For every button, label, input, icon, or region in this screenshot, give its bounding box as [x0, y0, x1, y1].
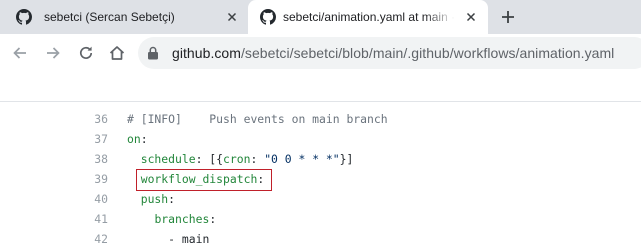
code-token: : [250, 152, 265, 166]
browser-toolbar: github.com/sebetci/sebetci/blob/main/.gi… [0, 34, 641, 72]
code-token: }] [339, 152, 354, 166]
line-number[interactable]: 41 [60, 212, 108, 226]
code-token: : [209, 212, 217, 226]
lock-icon[interactable] [147, 46, 159, 60]
code-text: branches: [127, 212, 216, 226]
code-token: "0 0 * * *" [264, 152, 340, 166]
highlight-box [136, 169, 272, 191]
code-view: 36 # [INFO] Push events on main branch 37 o… [0, 103, 641, 250]
code-line: 39 workflow_dispatch: [0, 169, 641, 189]
close-icon[interactable] [225, 10, 239, 24]
line-number[interactable]: 39 [60, 172, 108, 186]
plus-icon[interactable] [500, 9, 516, 25]
code-text: on: [127, 132, 148, 146]
url-text: github.com/sebetci/sebetci/blob/main/.gi… [172, 45, 614, 61]
code-token: # [INFO] Push events on main branch [127, 112, 388, 126]
tab-title: sebetci (Sercan Sebetçi) [44, 10, 175, 24]
tab-title: sebetci/animation.yaml at main · sebetci [283, 10, 455, 24]
tab-strip: sebetci (Sercan Sebetçi) sebetci/animati… [0, 0, 641, 34]
code-token: : [140, 132, 148, 146]
line-number[interactable]: 40 [60, 192, 108, 206]
code-line: 36 # [INFO] Push events on main branch [0, 109, 641, 129]
code-token: cron [223, 152, 251, 166]
code-token: branches [154, 212, 210, 226]
code-token: push [140, 192, 169, 206]
code-token: : [168, 192, 176, 206]
github-icon [260, 9, 276, 25]
code-token: schedule [140, 152, 196, 166]
github-icon [16, 9, 32, 25]
url-host: github.com [172, 45, 241, 61]
line-number[interactable]: 38 [60, 152, 108, 166]
line-number[interactable]: 42 [60, 232, 108, 246]
url-path: /sebetci/sebetci/blob/main/.github/workf… [240, 45, 615, 61]
close-icon[interactable] [464, 10, 478, 24]
back-arrow-icon[interactable] [11, 44, 29, 62]
code-line: 40 push: [0, 189, 641, 209]
line-number[interactable]: 36 [60, 112, 108, 126]
tab-animation-yaml[interactable]: sebetci/animation.yaml at main · sebetci [248, 0, 488, 34]
reload-icon[interactable] [77, 44, 95, 62]
address-bar[interactable]: github.com/sebetci/sebetci/blob/main/.gi… [138, 37, 641, 69]
code-line: 38 schedule: [{cron: "0 0 * * *"}] [0, 149, 641, 169]
home-icon[interactable] [108, 44, 126, 62]
code-token: : [{ [195, 152, 224, 166]
code-text: # [INFO] Push events on main branch [127, 112, 388, 126]
line-number[interactable]: 37 [60, 132, 108, 146]
page-header-area [0, 72, 641, 102]
code-text: - main [127, 232, 209, 246]
code-token: main [181, 232, 210, 246]
code-token: on [127, 132, 141, 146]
code-token: - [127, 232, 182, 246]
code-text: push: [127, 192, 175, 206]
code-line: 42 - main [0, 229, 641, 249]
code-line: 37 on: [0, 129, 641, 149]
tab-profile[interactable]: sebetci (Sercan Sebetçi) [0, 0, 246, 34]
code-text: schedule: [{cron: "0 0 * * *"}] [127, 152, 354, 166]
code-line: 41 branches: [0, 209, 641, 229]
forward-arrow-icon[interactable] [44, 44, 62, 62]
